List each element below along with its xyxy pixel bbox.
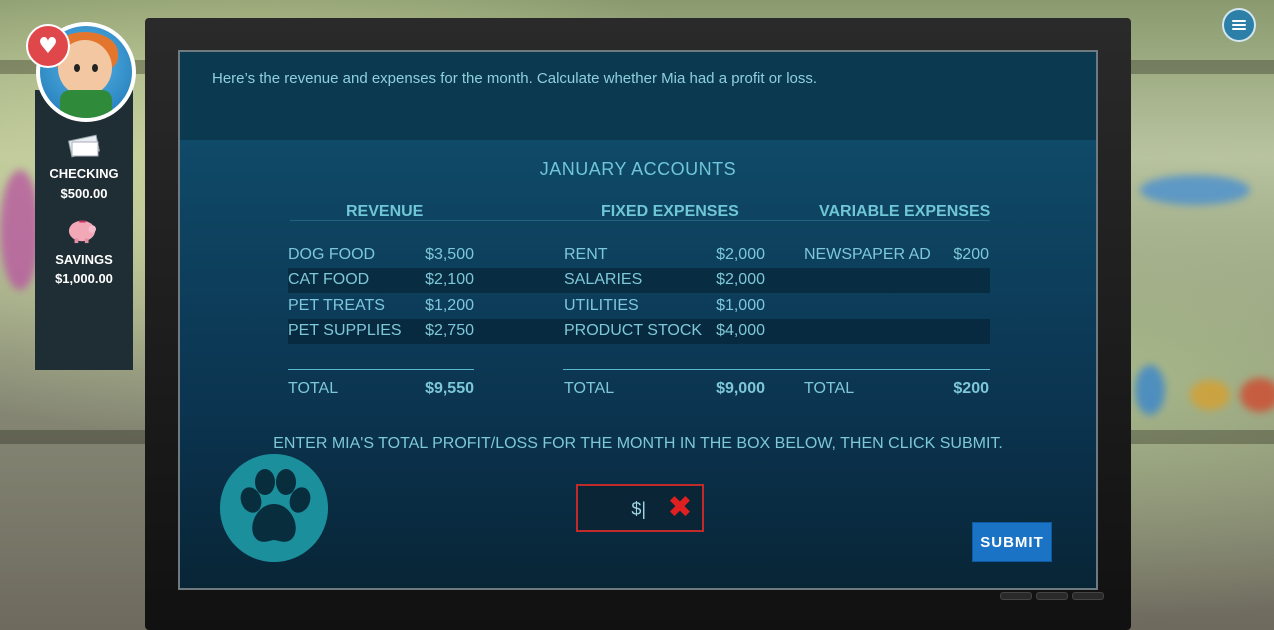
revenue-item-label: DOG FOOD bbox=[288, 246, 376, 263]
revenue-item-amount: $1,200 bbox=[425, 297, 474, 314]
revenue-item-label: PET SUPPLIES bbox=[288, 322, 402, 339]
background-decor bbox=[1140, 175, 1250, 205]
heading-rule bbox=[290, 220, 990, 221]
fixed-item-label: UTILITIES bbox=[564, 297, 639, 314]
monitor-button bbox=[1000, 592, 1032, 600]
clear-icon[interactable]: ✖ bbox=[664, 492, 696, 524]
checking-label: CHECKING bbox=[49, 166, 119, 181]
variable-total-amount: $200 bbox=[953, 380, 989, 397]
fixed-item-label: RENT bbox=[564, 246, 608, 263]
fixed-item-label: PRODUCT STOCK bbox=[564, 322, 703, 339]
checkbook-icon bbox=[68, 134, 100, 158]
revenue-total-amount: $9,550 bbox=[425, 380, 474, 397]
revenue-total-label: TOTAL bbox=[288, 380, 339, 397]
monitor-button bbox=[1072, 592, 1104, 600]
fixed-expenses-heading: FIXED EXPENSES bbox=[601, 203, 739, 220]
revenue-total-rule bbox=[288, 369, 474, 370]
variable-item-amount: $200 bbox=[953, 246, 989, 263]
paw-icon bbox=[220, 454, 328, 562]
fixed-total-label: TOTAL bbox=[564, 380, 615, 397]
expenses-total-rule bbox=[563, 369, 990, 370]
menu-button[interactable] bbox=[1222, 8, 1256, 42]
background-decor bbox=[1240, 378, 1274, 412]
monitor-button bbox=[1036, 592, 1068, 600]
checking-amount: $500.00 bbox=[60, 186, 108, 201]
fixed-item-amount: $4,000 bbox=[716, 322, 765, 339]
piggy-bank-icon bbox=[68, 220, 96, 244]
monitor-screen: Here’s the revenue and expenses for the … bbox=[178, 50, 1098, 590]
revenue-item-amount: $2,100 bbox=[425, 271, 474, 288]
fixed-item-amount: $2,000 bbox=[716, 246, 765, 263]
answer-box: ✖ bbox=[576, 484, 704, 532]
variable-expenses-heading: VARIABLE EXPENSES bbox=[819, 203, 991, 220]
accounts-title: JANUARY ACCOUNTS bbox=[539, 159, 737, 179]
revenue-item-amount: $2,750 bbox=[425, 322, 474, 339]
variable-item-label: NEWSPAPER AD bbox=[804, 246, 931, 263]
fixed-item-amount: $2,000 bbox=[716, 271, 765, 288]
revenue-item-label: CAT FOOD bbox=[288, 271, 370, 288]
savings-label: SAVINGS bbox=[55, 252, 113, 267]
savings-amount: $1,000.00 bbox=[55, 271, 113, 286]
fixed-total-amount: $9,000 bbox=[716, 380, 765, 397]
instructions-text: Here’s the revenue and expenses for the … bbox=[212, 70, 818, 87]
fixed-item-label: SALARIES bbox=[564, 271, 643, 288]
heart-icon[interactable]: ♥ bbox=[26, 24, 70, 68]
profit-loss-input[interactable] bbox=[584, 494, 648, 524]
revenue-heading: REVENUE bbox=[346, 203, 424, 220]
hamburger-icon bbox=[1232, 20, 1246, 30]
background-decor bbox=[1135, 365, 1165, 415]
submit-button[interactable]: SUBMIT bbox=[972, 522, 1052, 562]
fixed-item-amount: $1,000 bbox=[716, 297, 765, 314]
answer-prompt: ENTER MIA'S TOTAL PROFIT/LOSS FOR THE MO… bbox=[273, 435, 1003, 452]
background-decor bbox=[1190, 380, 1230, 410]
revenue-item-label: PET TREATS bbox=[288, 297, 385, 314]
instructions-panel: Here’s the revenue and expenses for the … bbox=[180, 52, 1096, 140]
variable-total-label: TOTAL bbox=[804, 380, 855, 397]
revenue-item-amount: $3,500 bbox=[425, 246, 474, 263]
background-decor bbox=[0, 170, 40, 290]
